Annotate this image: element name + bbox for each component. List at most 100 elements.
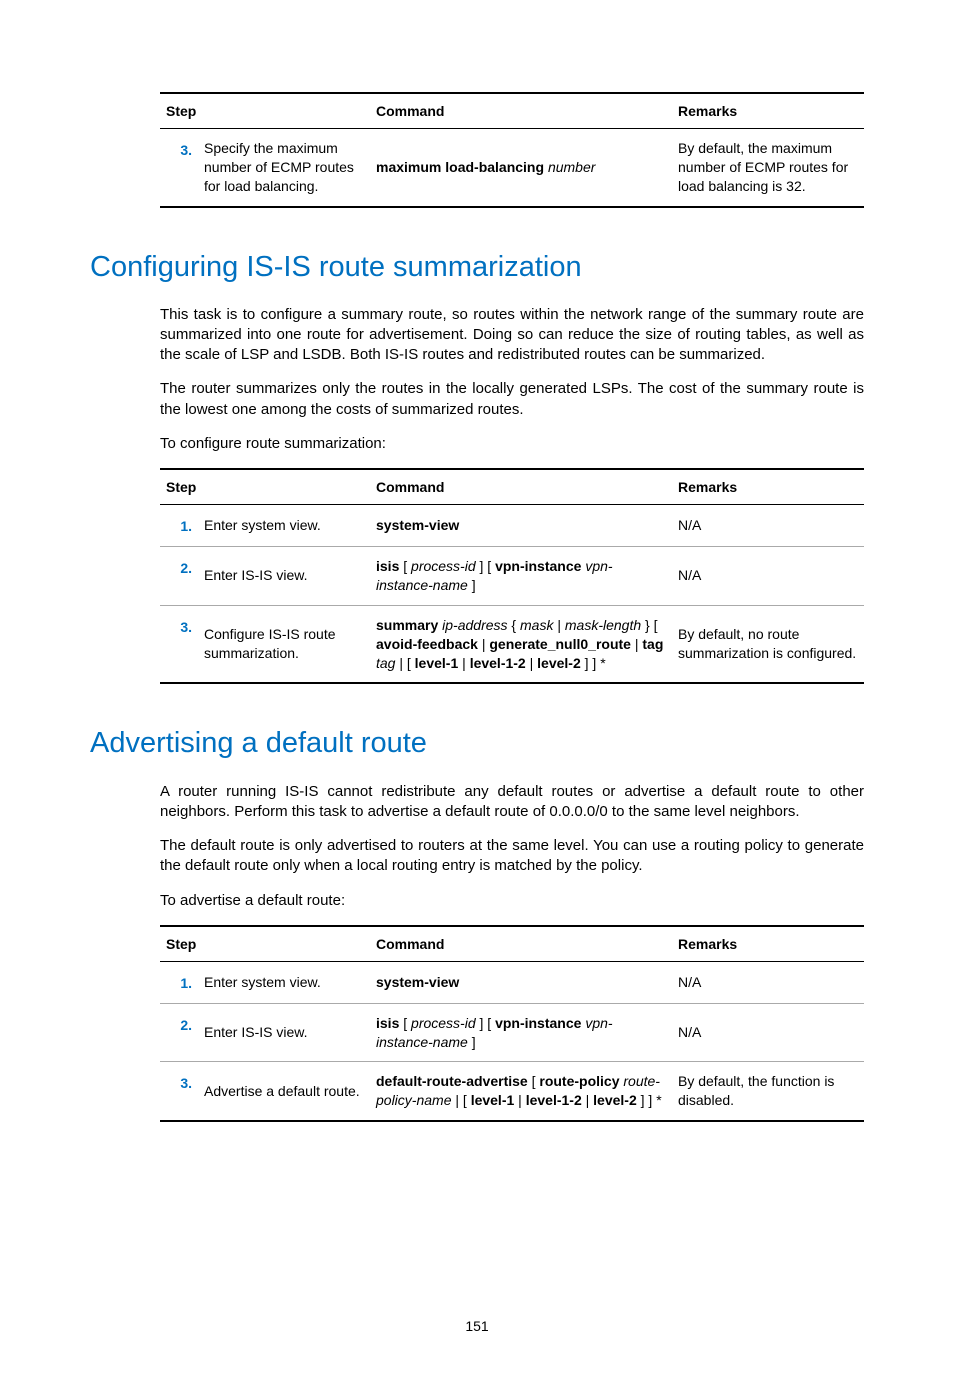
cmd-arg: number	[548, 159, 595, 175]
cmd-text: |	[526, 655, 537, 671]
cmd-text: level-2	[593, 1092, 637, 1108]
cmd-arg: ip-address	[442, 617, 511, 633]
cmd-arg: tag	[376, 655, 395, 671]
cmd-text: } [	[641, 617, 657, 633]
paragraph: This task is to configure a summary rout…	[160, 305, 864, 366]
cmd-text: ]	[472, 1034, 476, 1050]
steps-table-default-route: Step Command Remarks 1. Enter system vie…	[160, 925, 864, 1122]
cmd-text: [	[403, 1015, 411, 1031]
cmd-text: summary	[376, 617, 442, 633]
step-number: 2.	[160, 1003, 198, 1062]
cmd-text: level-1	[415, 655, 459, 671]
step-number: 1.	[160, 961, 198, 1003]
cmd-text: isis	[376, 1015, 403, 1031]
cmd-text: |	[631, 636, 642, 652]
col-remarks: Remarks	[672, 926, 864, 961]
table-row: 1. Enter system view. system-view N/A	[160, 505, 864, 547]
heading-route-summarization: Configuring IS-IS route summarization	[90, 248, 864, 287]
step-remarks: By default, the function is disabled.	[672, 1062, 864, 1121]
cmd-text: |	[514, 1092, 525, 1108]
col-step: Step	[160, 926, 370, 961]
step-command: system-view	[370, 961, 672, 1003]
cmd-text: vpn-instance	[495, 558, 585, 574]
step-command: maximum load-balancing number	[370, 128, 672, 206]
col-remarks: Remarks	[672, 93, 864, 128]
step-desc: Advertise a default route.	[198, 1062, 370, 1121]
cmd-text: ] ] *	[637, 1092, 662, 1108]
step-desc: Enter IS-IS view.	[198, 546, 370, 605]
step-number: 3.	[160, 1062, 198, 1121]
cmd-text: avoid-feedback	[376, 636, 478, 652]
table-row: 2. Enter IS-IS view. isis [ process-id ]…	[160, 1003, 864, 1062]
paragraph: The default route is only advertised to …	[160, 836, 864, 877]
table-row: 3. Advertise a default route. default-ro…	[160, 1062, 864, 1121]
step-remarks: By default, the maximum number of ECMP r…	[672, 128, 864, 206]
steps-table-load-balancing: Step Command Remarks 3. Specify the maxi…	[160, 92, 864, 208]
step-remarks: By default, no route summarization is co…	[672, 605, 864, 683]
step-desc: Enter system view.	[198, 505, 370, 547]
cmd-text: vpn-instance	[495, 1015, 585, 1031]
cmd-text: generate_null0_route	[489, 636, 631, 652]
paragraph: A router running IS-IS cannot redistribu…	[160, 782, 864, 823]
cmd-text: | [	[395, 655, 414, 671]
cmd-text: level-1-2	[470, 655, 526, 671]
cmd-text: |	[458, 655, 469, 671]
cmd-text: route-policy	[539, 1073, 623, 1089]
table-row: 3. Specify the maximum number of ECMP ro…	[160, 128, 864, 206]
step-command: system-view	[370, 505, 672, 547]
col-command: Command	[370, 469, 672, 504]
col-step: Step	[160, 469, 370, 504]
cmd-text: [	[403, 558, 411, 574]
col-remarks: Remarks	[672, 469, 864, 504]
cmd-text: level-1	[471, 1092, 515, 1108]
cmd-arg: mask-length	[565, 617, 641, 633]
cmd-text: {	[511, 617, 520, 633]
step-command: summary ip-address { mask | mask-length …	[370, 605, 672, 683]
col-step: Step	[160, 93, 370, 128]
cmd-text: ]	[472, 577, 476, 593]
step-number: 2.	[160, 546, 198, 605]
paragraph: To configure route summarization:	[160, 434, 864, 454]
cmd-arg: process-id	[411, 558, 479, 574]
cmd-text: |	[478, 636, 489, 652]
heading-default-route: Advertising a default route	[90, 724, 864, 763]
cmd-arg: process-id	[411, 1015, 479, 1031]
step-remarks: N/A	[672, 505, 864, 547]
table-row: 1. Enter system view. system-view N/A	[160, 961, 864, 1003]
step-desc: Specify the maximum number of ECMP route…	[198, 128, 370, 206]
cmd-text: ] [	[480, 558, 496, 574]
cmd-text: tag	[642, 636, 663, 652]
step-remarks: N/A	[672, 961, 864, 1003]
cmd-arg: mask	[520, 617, 553, 633]
cmd-text: level-2	[537, 655, 581, 671]
steps-table-summarization: Step Command Remarks 1. Enter system vie…	[160, 468, 864, 684]
step-command: isis [ process-id ] [ vpn-instance vpn-i…	[370, 1003, 672, 1062]
paragraph: The router summarizes only the routes in…	[160, 379, 864, 420]
col-command: Command	[370, 93, 672, 128]
step-desc: Enter system view.	[198, 961, 370, 1003]
cmd-text: system-view	[376, 517, 459, 533]
cmd-text: default-route-advertise	[376, 1073, 532, 1089]
cmd-text: |	[553, 617, 564, 633]
step-remarks: N/A	[672, 546, 864, 605]
col-command: Command	[370, 926, 672, 961]
cmd-text: level-1-2	[526, 1092, 582, 1108]
step-desc: Enter IS-IS view.	[198, 1003, 370, 1062]
cmd-text: | [	[451, 1092, 470, 1108]
step-command: isis [ process-id ] [ vpn-instance vpn-i…	[370, 546, 672, 605]
cmd-text: ] [	[480, 1015, 496, 1031]
cmd-text: maximum load-balancing	[376, 159, 548, 175]
step-desc: Configure IS-IS route summarization.	[198, 605, 370, 683]
table-row: 3. Configure IS-IS route summarization. …	[160, 605, 864, 683]
step-command: default-route-advertise [ route-policy r…	[370, 1062, 672, 1121]
table-row: 2. Enter IS-IS view. isis [ process-id ]…	[160, 546, 864, 605]
step-number: 1.	[160, 505, 198, 547]
cmd-text: ] ] *	[581, 655, 606, 671]
cmd-text: |	[582, 1092, 593, 1108]
step-remarks: N/A	[672, 1003, 864, 1062]
cmd-text: isis	[376, 558, 403, 574]
step-number: 3.	[160, 605, 198, 683]
cmd-text: system-view	[376, 974, 459, 990]
paragraph: To advertise a default route:	[160, 891, 864, 911]
page-number: 151	[0, 1317, 954, 1336]
